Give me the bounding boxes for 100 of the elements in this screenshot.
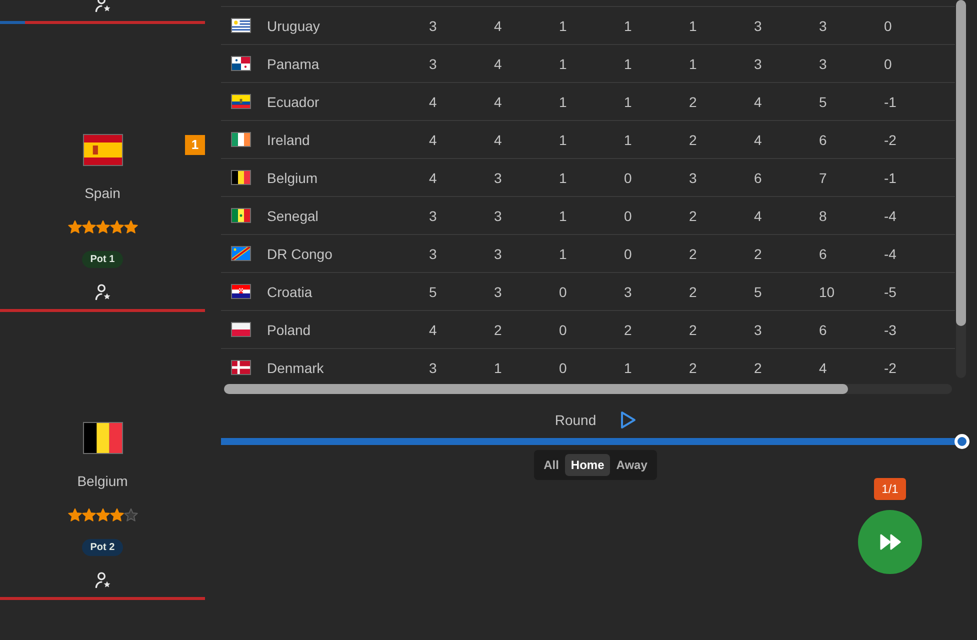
table-cell-text: 4 (494, 56, 503, 72)
table-cell-text: 1 (559, 56, 568, 72)
slider-thumb[interactable] (954, 434, 970, 449)
star-icon (110, 220, 124, 234)
flag-icon (231, 208, 251, 223)
table-cell-text: 2 (689, 246, 698, 262)
table-cell-text: 3 (754, 56, 763, 72)
table-cell-text: 2 (689, 94, 698, 110)
table-cell-text: 1 (624, 360, 633, 376)
star-icon (82, 508, 96, 522)
play-icon[interactable] (620, 411, 636, 429)
table-cell-text: 1 (689, 18, 698, 34)
table-cell-text: 0 (624, 208, 633, 224)
flag-icon (231, 360, 251, 375)
star-icon (68, 220, 82, 234)
table-cell-text: 1 (559, 208, 568, 224)
table-cell-text: 0 (624, 246, 633, 262)
table-cell-text: 1 (559, 18, 568, 34)
table-cell-text: 2 (689, 132, 698, 148)
table-cell-text: 2 (689, 284, 698, 300)
table-cell-text: 3 (429, 360, 438, 376)
country-name: Belgium (267, 170, 319, 186)
table-cell-text: 3 (819, 56, 828, 72)
table-cell-text: 1 (624, 56, 633, 72)
counter-badge: 1/1 (874, 478, 906, 500)
table-cell-text: 5 (754, 284, 763, 300)
table-cell-text: 2 (689, 360, 698, 376)
table-cell-text: -2 (884, 360, 898, 376)
pot-tag: Pot 2 (82, 539, 123, 556)
country-name: Ecuador (267, 94, 320, 110)
team-name: Spain (84, 184, 120, 202)
table-cell-text: 3 (494, 170, 503, 186)
table-cell-text: 4 (754, 208, 763, 224)
flag-icon (231, 170, 251, 185)
table-cell-text: 3 (624, 284, 633, 300)
table-cell-text: 0 (559, 360, 568, 376)
flag-icon (231, 18, 251, 33)
table-cell-text: 4 (754, 94, 763, 110)
table-cell-text: 4 (429, 94, 438, 110)
star-icon (82, 220, 96, 234)
star-icon (68, 508, 82, 522)
table-cell-text: 1 (559, 132, 568, 148)
count-badge: 1 (185, 135, 205, 155)
star-icon (110, 508, 124, 522)
table-cell-text: 2 (754, 246, 763, 262)
table-cell-text: 1 (559, 246, 568, 262)
table-cell-text: 0 (884, 18, 893, 34)
filter-tab[interactable]: Home (564, 454, 610, 476)
star-icon (124, 220, 138, 234)
table-cell-text: -1 (884, 170, 898, 186)
table-cell-text: 0 (559, 284, 568, 300)
user-star-icon[interactable] (94, 572, 110, 588)
table-cell-text: 3 (819, 18, 828, 34)
country-name: Senegal (267, 208, 320, 224)
table-cell-text: 2 (624, 322, 633, 338)
flag-icon (231, 94, 251, 109)
table-cell-text: 3 (429, 56, 438, 72)
table-cell-text: -3 (884, 322, 898, 338)
table-cell-text: 3 (429, 208, 438, 224)
user-star-icon[interactable] (94, 284, 110, 300)
table-cell-text: 1 (494, 360, 503, 376)
table-cell-text: 3 (494, 208, 503, 224)
user-star-icon[interactable] (94, 0, 110, 12)
table-cell-text: 1 (624, 132, 633, 148)
table-cell-text: 2 (689, 322, 698, 338)
table-cell-text: 1 (559, 170, 568, 186)
country-name: Panama (267, 56, 320, 72)
country-name: Ireland (267, 132, 311, 148)
flag-icon (82, 422, 122, 454)
table-cell-text: 8 (819, 208, 828, 224)
table-cell-text: -1 (884, 94, 898, 110)
table-cell-text: 4 (494, 94, 503, 110)
country-name: DR Congo (267, 246, 334, 262)
filter-tab[interactable]: All (538, 454, 565, 476)
round-label: Round (554, 412, 596, 428)
flag-icon (231, 132, 251, 147)
flag-icon (82, 134, 122, 166)
country-name: Poland (267, 322, 312, 338)
table-cell-text: 2 (494, 322, 503, 338)
table-cell-text: -5 (884, 284, 898, 300)
table-cell-text: 0 (624, 170, 633, 186)
flag-icon (231, 246, 251, 261)
table-cell-text: 4 (819, 360, 828, 376)
pot-tag: Pot 1 (82, 251, 123, 268)
filter-tab[interactable]: Away (610, 454, 654, 476)
table-cell-text: 5 (429, 284, 438, 300)
country-name: Denmark (267, 360, 325, 376)
table-cell-text: 2 (754, 360, 763, 376)
table-cell-text: 3 (494, 284, 503, 300)
table-cell-text: 3 (689, 170, 698, 186)
table-cell-text: 3 (429, 18, 438, 34)
flag-icon (231, 284, 251, 299)
fast-forward-icon (880, 534, 900, 550)
table-cell-text: 1 (689, 56, 698, 72)
table-cell-text: 4 (494, 132, 503, 148)
country-name: Uruguay (267, 18, 321, 34)
table-cell-text: 10 (819, 284, 836, 300)
table-cell-text: -4 (884, 246, 898, 262)
table-cell-text: 6 (819, 246, 828, 262)
table-cell-text: 1 (559, 94, 568, 110)
